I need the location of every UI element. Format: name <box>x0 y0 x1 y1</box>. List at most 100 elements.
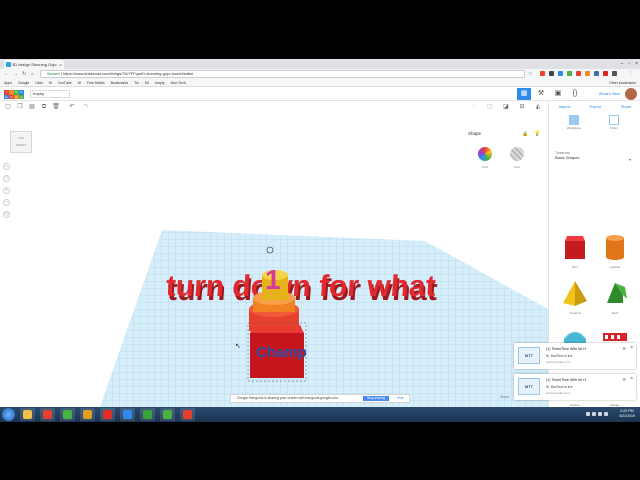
extension-icon[interactable] <box>558 71 563 76</box>
extension-icon[interactable] <box>594 71 599 76</box>
align-icon[interactable]: ⊟ <box>518 103 526 111</box>
shape-cylinder[interactable]: Cylinder <box>595 229 635 275</box>
paste-icon[interactable]: ▤ <box>28 103 36 111</box>
extension-icon[interactable] <box>567 71 572 76</box>
maximize-icon[interactable]: ▫ <box>628 59 630 69</box>
extension-icon[interactable] <box>549 71 554 76</box>
grid-view-icon[interactable]: ▦ <box>517 88 531 100</box>
workplane-tool[interactable]: Workplane <box>559 115 589 130</box>
shape-box[interactable]: Box <box>555 229 595 275</box>
bookmark-item[interactable]: Apps <box>4 79 12 86</box>
ungroup-icon[interactable]: ◪ <box>502 103 510 111</box>
lock-icon[interactable]: 🔒 <box>522 131 528 137</box>
fit-view-icon[interactable]: ○ <box>3 175 10 182</box>
bookmark-item[interactable]: YouTube <box>58 79 72 86</box>
notification-card[interactable]: MTT (1) TinkerTime With Mr H Hi, ModTech… <box>514 374 636 400</box>
light-bulb-icon[interactable]: 💡 <box>534 131 540 137</box>
taskbar-clock[interactable]: 2:20 PM 4/21/2019 <box>619 409 635 419</box>
mirror-icon[interactable]: ◭ <box>534 103 542 111</box>
copy-icon[interactable]: ❐ <box>16 103 24 111</box>
red-3d-text[interactable]: turn down for what turn down for what <box>165 270 439 307</box>
group-icon[interactable]: ◫ <box>486 103 494 111</box>
avatar[interactable] <box>625 88 637 100</box>
taskbar-app-explorer[interactable] <box>20 408 35 421</box>
extension-icon[interactable] <box>585 71 590 76</box>
zoom-out-icon[interactable]: − <box>3 199 10 206</box>
import-button[interactable]: Import <box>559 101 570 113</box>
browser-menu-icon[interactable]: ⋮ <box>628 70 633 78</box>
bookmark-item[interactable]: Tin <box>134 79 139 86</box>
close-icon[interactable]: × <box>630 376 633 382</box>
extension-icon[interactable] <box>576 71 581 76</box>
url-input[interactable]: Secure | https://www.tinkercad.com/thing… <box>40 70 525 78</box>
ortho-view-icon[interactable]: ◇ <box>3 211 10 218</box>
gear-icon[interactable]: ⚙ <box>622 346 626 351</box>
bookmark-item[interactable]: empty <box>155 79 165 86</box>
code-blocks-icon[interactable]: {} <box>568 88 582 100</box>
hammer-icon[interactable]: ⚒ <box>534 88 548 100</box>
bookmark-item[interactable]: W <box>78 79 81 86</box>
bookmark-item[interactable]: Google <box>18 79 29 86</box>
zoom-in-icon[interactable]: + <box>3 187 10 194</box>
bookmark-item[interactable]: M <box>49 79 52 86</box>
delete-icon[interactable]: 🗑 <box>52 103 60 111</box>
bookmark-item[interactable]: Bookmarks <box>111 79 129 86</box>
shape-category-select[interactable]: Tinkercad Basic Shapes <box>555 151 579 160</box>
extension-icon[interactable] <box>540 71 545 76</box>
minimize-icon[interactable]: – <box>621 59 624 69</box>
solid-color-swatch[interactable] <box>478 147 492 161</box>
redo-icon[interactable]: ↷ <box>82 103 90 111</box>
other-bookmarks[interactable]: Other bookmarks <box>609 79 640 86</box>
light-icon[interactable]: ◌ <box>470 103 478 111</box>
notification-card[interactable]: MTT (1) TinkerTime With Mr H Hi, ModTech… <box>514 343 636 369</box>
taskbar-app-youtube[interactable] <box>100 408 115 421</box>
screen: 3D design Stunning Gojo... × – ▫ × ← → ↻… <box>0 59 640 422</box>
home-view-icon[interactable]: ⌂ <box>3 163 10 170</box>
extension-icon[interactable] <box>603 71 608 76</box>
taskbar-app-chrome3[interactable] <box>140 408 155 421</box>
tab-close-icon[interactable]: × <box>60 60 62 69</box>
taskbar-app-app[interactable] <box>180 408 195 421</box>
undo-icon[interactable]: ↶ <box>68 103 76 111</box>
hole-swatch[interactable] <box>510 147 524 161</box>
shape-label: Pyramid <box>569 311 581 315</box>
shape-pyramid[interactable]: Pyramid <box>555 275 595 321</box>
bookmark-star-icon[interactable]: ☆ <box>528 70 532 78</box>
extension-icon[interactable] <box>612 71 617 76</box>
hide-button[interactable]: Hide <box>397 395 404 402</box>
start-button[interactable] <box>2 408 15 421</box>
taskbar-app-folder[interactable] <box>80 408 95 421</box>
design-name-field[interactable]: trophy <box>30 90 70 98</box>
share-button[interactable]: Share <box>621 101 632 113</box>
taskbar-app-ie[interactable] <box>120 408 135 421</box>
duplicate-icon[interactable]: ⧉ <box>40 103 48 111</box>
close-icon[interactable]: × <box>630 345 633 351</box>
home-icon[interactable]: ⌂ <box>31 70 34 78</box>
mouse-cursor-icon: ↖ <box>235 343 241 350</box>
chevron-down-icon[interactable]: ▾ <box>629 157 631 162</box>
taskbar-app-camtasia[interactable] <box>160 408 175 421</box>
taskbar-app-chrome[interactable] <box>40 408 55 421</box>
bookmark-item[interactable]: Mod Tech <box>171 79 186 86</box>
pyramid-shape-icon <box>563 281 587 306</box>
close-window-icon[interactable]: × <box>635 59 638 69</box>
tinkercad-logo[interactable]: TINKERCA <box>4 90 24 99</box>
bookmark-item[interactable]: Uber <box>35 79 43 86</box>
new-shape-icon[interactable]: ▢ <box>4 103 12 111</box>
shape-roof[interactable]: Roof <box>595 275 635 321</box>
panel-actions: Import Export Share <box>549 101 640 113</box>
gear-icon[interactable]: ⚙ <box>622 377 626 382</box>
back-icon[interactable]: ← <box>4 70 9 78</box>
lesson-icon[interactable]: ▣ <box>551 88 565 100</box>
stop-sharing-button[interactable]: Stop sharing <box>363 396 389 401</box>
bookmark-item[interactable]: Ed <box>145 79 149 86</box>
export-button[interactable]: Export <box>590 101 602 113</box>
forward-icon[interactable]: → <box>13 70 18 78</box>
taskbar-app-chrome2[interactable] <box>60 408 75 421</box>
browser-tab[interactable]: 3D design Stunning Gojo... × <box>4 60 64 69</box>
ruler-tool[interactable]: Ruler <box>599 115 629 130</box>
reload-icon[interactable]: ↻ <box>22 70 26 78</box>
view-cube[interactable]: TOP FRONT <box>10 131 32 153</box>
bookmark-item[interactable]: Free Maths <box>87 79 105 86</box>
whats-new-link[interactable]: What's New <box>599 91 620 96</box>
